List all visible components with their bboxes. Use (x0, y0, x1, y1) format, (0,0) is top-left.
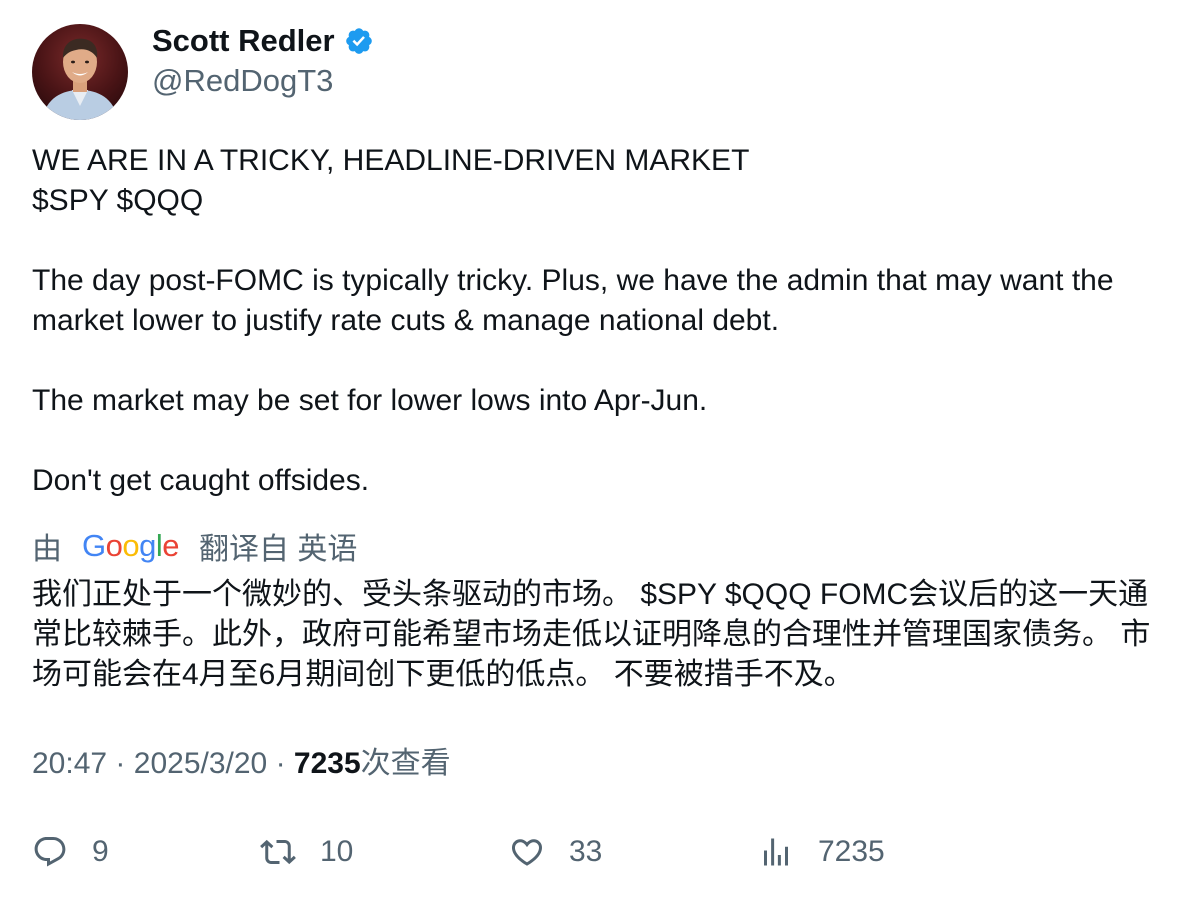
paragraph-spacer (32, 221, 1172, 261)
tweet-time[interactable]: 20:47 (32, 747, 107, 780)
retweet-count: 10 (320, 835, 354, 868)
tweet-paragraph: The day post-FOMC is typically tricky. P… (32, 264, 1122, 337)
reply-count: 9 (92, 835, 109, 868)
retweet-button[interactable]: 10 (260, 830, 353, 874)
paragraph-spacer (32, 341, 1172, 381)
like-button[interactable]: 33 (509, 830, 602, 874)
verified-badge-icon[interactable] (344, 26, 374, 56)
author-display-name[interactable]: Scott Redler (152, 22, 374, 60)
tweet-date[interactable]: 2025/3/20 (134, 747, 267, 780)
avatar[interactable] (32, 24, 128, 120)
display-name-text: Scott Redler (152, 23, 335, 58)
tweet-paragraph: The market may be set for lower lows int… (32, 384, 708, 417)
translation-prefix: 由 (32, 533, 62, 566)
retweet-icon (260, 839, 296, 865)
action-bar: 9 10 33 7235 (32, 830, 1172, 874)
google-logo-icon: Google (82, 528, 180, 563)
heart-icon (511, 839, 543, 866)
analytics-bars-icon (764, 838, 788, 866)
meta-separator: · (275, 747, 286, 780)
paragraph-spacer (32, 421, 1172, 461)
views-count: 7235 (293, 747, 361, 780)
tweet-paragraph: Don't get caught offsides. (32, 464, 370, 497)
views-label: 次查看 (360, 747, 451, 780)
reply-button[interactable]: 9 (32, 830, 109, 874)
reply-bubble-icon (34, 837, 66, 867)
tweet-text: WE ARE IN A TRICKY, HEADLINE-DRIVEN MARK… (32, 141, 1172, 501)
like-count: 33 (569, 835, 603, 868)
author-handle[interactable]: @RedDogT3 (152, 62, 333, 100)
views-button[interactable]: 7235 (758, 830, 885, 874)
translation-suffix: 翻译自 英语 (199, 533, 358, 566)
tweet: Scott Redler @RedDogT3 WE ARE IN A TRICK… (0, 0, 1196, 898)
tweet-paragraph: WE ARE IN A TRICKY, HEADLINE-DRIVEN MARK… (32, 144, 750, 217)
translated-text: 我们正处于一个微妙的、受头条驱动的市场。 $SPY $QQQ FOMC会议后的这… (32, 578, 1151, 691)
avatar-image (32, 24, 128, 120)
meta-separator: · (115, 747, 126, 780)
tweet-metadata: 20:47 · 2025/3/20 · 7235次查看 (32, 744, 451, 784)
translation-attribution[interactable]: 由 Google 翻译自 英语 (32, 526, 357, 566)
views-action-count: 7235 (818, 835, 885, 868)
